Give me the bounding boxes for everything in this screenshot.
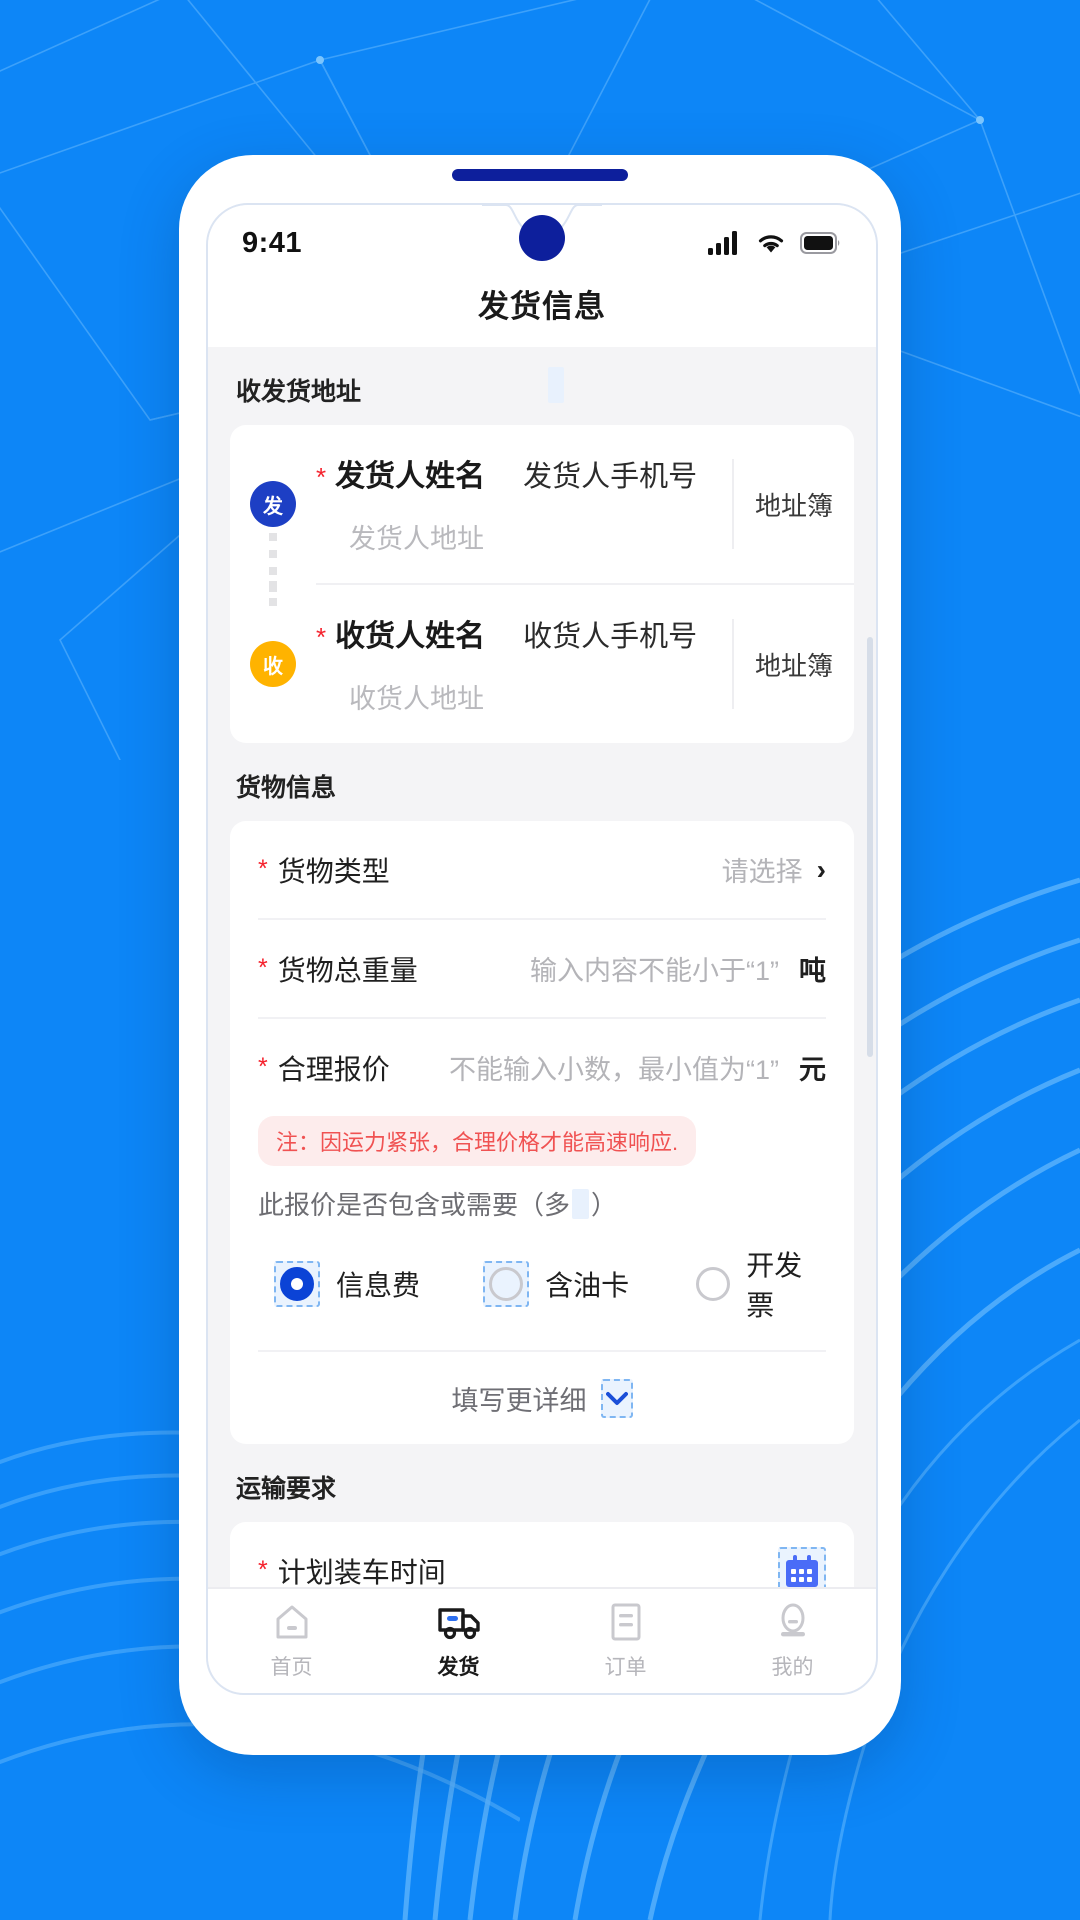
price-note-wrap: 注：因运力紧张，合理价格才能高速响应. bbox=[230, 1116, 854, 1166]
sender-address-input[interactable]: 发货人地址 bbox=[316, 517, 732, 556]
goods-weight-required-star: * bbox=[258, 954, 268, 982]
sender-fields: * 发货人姓名 发货人手机号 发货人地址 bbox=[316, 425, 732, 583]
tab-mine[interactable]: 我的 bbox=[713, 1602, 873, 1681]
option-info-fee-label: 信息费 bbox=[336, 1270, 421, 1301]
receiver-name-input[interactable]: 收货人姓名 bbox=[335, 611, 523, 655]
goods-card: * 货物类型 请选择 › * 货物总重量 输入内容不能小于“1” 吨 * 合理报… bbox=[230, 821, 854, 1444]
phone-speaker-bar bbox=[452, 169, 628, 181]
text-cursor-artifact bbox=[548, 367, 564, 403]
goods-type-row[interactable]: * 货物类型 请选择 › bbox=[230, 821, 854, 918]
chevron-down-focus-ring bbox=[600, 1378, 633, 1418]
goods-price-input[interactable]: 不能输入小数，最小值为“1” bbox=[449, 1048, 779, 1087]
sender-badge-col: 发 bbox=[230, 425, 316, 592]
sender-addressbook-button[interactable]: 地址簿 bbox=[732, 459, 854, 549]
bottom-tab-bar: 首页 发货 订单 我的 bbox=[208, 1587, 876, 1693]
goods-type-value: 请选择 bbox=[721, 857, 803, 887]
calendar-icon[interactable] bbox=[784, 1553, 820, 1588]
address-card: 发 * 发货人姓名 发货人手机号 发货人地址 地址簿 收 * 收货人姓名 收货人… bbox=[230, 425, 854, 743]
goods-weight-unit: 吨 bbox=[799, 956, 826, 986]
goods-weight-row[interactable]: * 货物总重量 输入内容不能小于“1” 吨 bbox=[230, 920, 854, 1017]
form-scroll-area[interactable]: 收发货地址 发 * 发货人姓名 发货人手机号 发货人地址 地址簿 收 * 收货人… bbox=[208, 347, 876, 1587]
goods-weight-label: 货物总重量 bbox=[277, 954, 418, 986]
hint-mask-artifact bbox=[572, 1188, 590, 1219]
receiver-row[interactable]: 收 * 收货人姓名 收货人手机号 收货人地址 地址簿 bbox=[230, 581, 854, 743]
option-invoice-radio[interactable] bbox=[696, 1267, 731, 1301]
signal-bars-icon bbox=[708, 231, 737, 255]
receiver-phone-input[interactable]: 收货人手机号 bbox=[523, 613, 697, 655]
option-info-fee[interactable]: 信息费 bbox=[274, 1261, 483, 1307]
receiver-badge: 收 bbox=[250, 641, 296, 687]
sender-name-input[interactable]: 发货人姓名 bbox=[335, 451, 523, 495]
sender-addressbook-label: 地址簿 bbox=[754, 490, 833, 521]
status-time: 9:41 bbox=[242, 226, 303, 259]
goods-weight-input[interactable]: 输入内容不能小于“1” bbox=[530, 949, 779, 988]
tab-orders[interactable]: 订单 bbox=[546, 1602, 706, 1681]
price-include-options: 信息费 含油卡 开发票 bbox=[230, 1222, 854, 1350]
goods-type-required-star: * bbox=[258, 855, 268, 883]
goods-price-required-star: * bbox=[258, 1053, 268, 1081]
receiver-fields: * 收货人姓名 收货人手机号 收货人地址 bbox=[316, 585, 732, 743]
user-icon bbox=[780, 1603, 805, 1636]
wifi-icon bbox=[758, 235, 784, 253]
option-info-fee-focus-ring bbox=[274, 1261, 320, 1307]
load-time-row[interactable]: * 计划装车时间 bbox=[230, 1522, 854, 1587]
section-title-address-text: 收发货地址 bbox=[236, 378, 362, 406]
phone-mockup: 9:41 发货信息 收发货地址 发 * 发货人姓名 发货人手机号 发货人地址 地… bbox=[179, 155, 901, 1755]
price-note-badge: 注：因运力紧张，合理价格才能高速响应. bbox=[258, 1116, 697, 1166]
multi-select-hint-suffix: ） bbox=[591, 1190, 618, 1220]
option-fuel-card[interactable]: 含油卡 bbox=[483, 1261, 696, 1307]
goods-price-row[interactable]: * 合理报价 不能输入小数，最小值为“1” 元 bbox=[230, 1019, 854, 1116]
section-title-goods: 货物信息 bbox=[208, 743, 876, 821]
phone-screen: 9:41 发货信息 收发货地址 发 * 发货人姓名 发货人手机号 发货人地址 地… bbox=[206, 203, 878, 1695]
load-time-calendar-focus-ring bbox=[778, 1546, 826, 1588]
tab-home-label: 首页 bbox=[270, 1655, 313, 1679]
receiver-address-input[interactable]: 收货人地址 bbox=[316, 677, 732, 716]
scroll-indicator[interactable] bbox=[867, 637, 873, 1057]
section-title-address: 收发货地址 bbox=[208, 347, 876, 425]
sender-row[interactable]: 发 * 发货人姓名 发货人手机号 发货人地址 地址簿 bbox=[230, 425, 854, 592]
sender-required-star: * bbox=[316, 462, 327, 492]
receiver-required-star: * bbox=[316, 622, 327, 652]
transport-card: * 计划装车时间 bbox=[230, 1522, 854, 1587]
load-time-label: 计划装车时间 bbox=[277, 1556, 446, 1588]
option-invoice-label: 开发票 bbox=[746, 1250, 803, 1321]
tab-shipping[interactable]: 发货 bbox=[379, 1602, 539, 1681]
tab-home[interactable]: 首页 bbox=[212, 1602, 372, 1681]
option-fuel-card-radio[interactable] bbox=[489, 1267, 524, 1301]
option-invoice[interactable]: 开发票 bbox=[696, 1244, 826, 1324]
battery-full-icon bbox=[800, 232, 840, 254]
fill-more-details-button[interactable]: 填写更详细 bbox=[230, 1352, 854, 1444]
tab-orders-label: 订单 bbox=[604, 1655, 647, 1679]
chevron-right-icon: › bbox=[816, 853, 826, 885]
truck-icon bbox=[437, 1607, 480, 1639]
option-fuel-card-focus-ring bbox=[483, 1261, 530, 1307]
fill-more-details-label: 填写更详细 bbox=[451, 1385, 587, 1416]
route-dotted-line-upper bbox=[269, 581, 277, 606]
multi-select-hint: 此报价是否包含或需要（多 ） bbox=[230, 1166, 854, 1222]
option-info-fee-radio[interactable] bbox=[280, 1267, 314, 1301]
section-title-goods-text: 货物信息 bbox=[236, 774, 337, 802]
chevron-down-icon[interactable] bbox=[605, 1391, 628, 1407]
tab-shipping-label: 发货 bbox=[437, 1655, 480, 1679]
goods-price-unit: 元 bbox=[799, 1055, 826, 1085]
section-title-transport: 运输要求 bbox=[208, 1444, 876, 1522]
home-icon bbox=[276, 1605, 307, 1638]
goods-type-label: 货物类型 bbox=[277, 855, 390, 887]
sender-badge: 发 bbox=[250, 481, 296, 527]
page-title: 发货信息 bbox=[478, 289, 606, 324]
option-fuel-card-label: 含油卡 bbox=[545, 1270, 630, 1301]
tab-mine-label: 我的 bbox=[771, 1655, 814, 1679]
section-title-transport-text: 运输要求 bbox=[236, 1475, 337, 1503]
receiver-addressbook-button[interactable]: 地址簿 bbox=[732, 619, 854, 709]
order-icon bbox=[611, 1603, 640, 1640]
front-camera-dot bbox=[519, 215, 565, 261]
goods-price-label: 合理报价 bbox=[277, 1053, 390, 1085]
load-time-required-star: * bbox=[258, 1556, 268, 1584]
receiver-addressbook-label: 地址簿 bbox=[754, 650, 833, 681]
sender-phone-input[interactable]: 发货人手机号 bbox=[523, 453, 697, 495]
navbar: 发货信息 bbox=[208, 281, 876, 347]
receiver-badge-col: 收 bbox=[230, 581, 316, 743]
multi-select-hint-prefix: 此报价是否包含或需要（多 bbox=[258, 1190, 571, 1220]
